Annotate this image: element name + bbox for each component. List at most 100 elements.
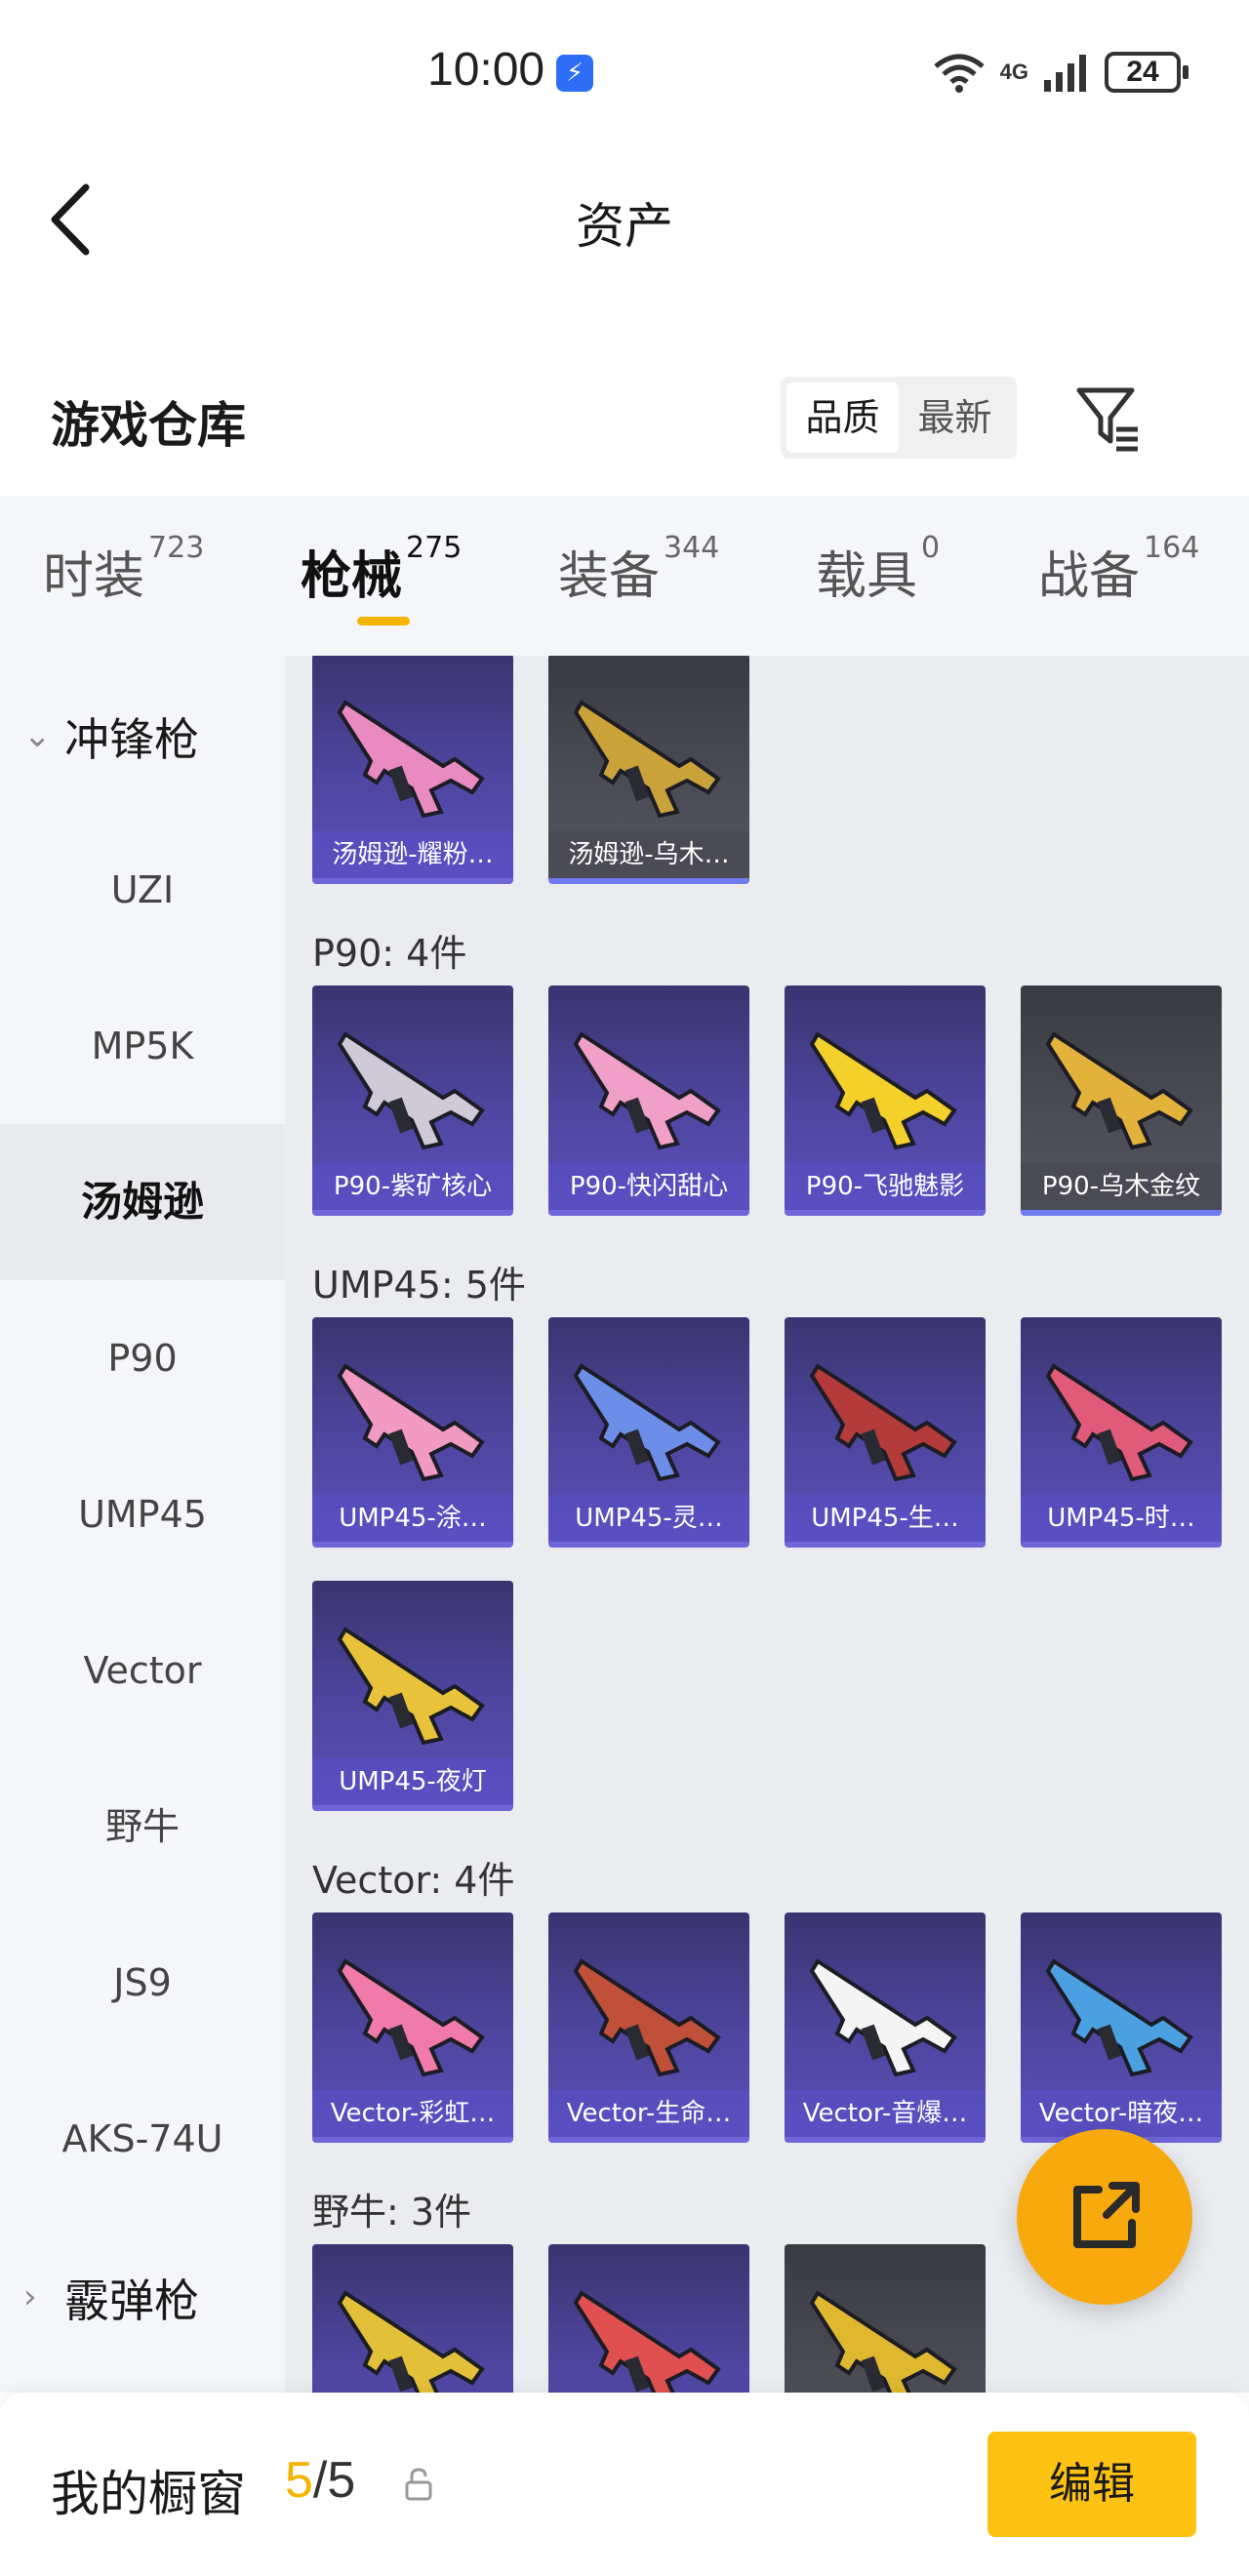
weapon-card-label: UMP45-时… [1021,1495,1222,1542]
group-label: UMP45: 5件 [312,1264,526,1307]
share-external-icon [1073,2182,1140,2248]
weapon-card-label: P90-乌木金纹 [1021,1163,1222,1210]
showcase-count: 5/5 [285,2451,355,2510]
sidebar-item-uzi[interactable]: UZI [0,812,285,968]
weapon-card-label: Vector-音爆… [785,2090,986,2137]
share-fab[interactable] [1017,2129,1192,2305]
weapon-card[interactable]: 汤姆逊-乌木… [548,656,749,884]
weapon-skin-icon [809,2290,957,2393]
sidebar-group-smg[interactable]: ⌄ 冲锋枪 [0,656,285,812]
signal-icon [1044,55,1086,92]
weapon-card-label: P90-快闪甜心 [548,1163,749,1210]
weapon-skin-icon [1045,1363,1193,1482]
tab-label: 战备 [1038,547,1141,606]
edit-button[interactable]: 编辑 [987,2432,1196,2537]
sidebar-item-vector[interactable]: Vector [0,1592,285,1749]
wifi-icon [934,54,985,93]
group-label: Vector: 4件 [312,1859,515,1902]
sort-newest-option[interactable]: 最新 [899,382,1011,453]
showcase-label: 我的橱窗 [51,2466,246,2522]
active-tab-indicator [357,617,410,625]
tab-count: 344 [664,531,720,565]
sidebar-item-bizon[interactable]: 野牛 [0,1749,285,1905]
weapon-card-label: UMP45-夜灯 [312,1758,513,1805]
tab-fashion[interactable]: 时装 723 [43,531,204,623]
tab-label: 装备 [558,547,661,606]
weapon-skin-icon [337,700,485,819]
tab-label: 载具 [816,547,918,606]
weapon-card[interactable]: UMP45-灵… [548,1317,749,1548]
weapon-skin-icon [573,1958,721,2077]
chevron-down-icon: ⌄ [23,716,52,755]
weapon-card[interactable]: Vector-音爆… [785,1912,986,2143]
tab-label: 枪械 [301,547,403,606]
weapon-card[interactable]: UMP45-夜灯 [312,1581,513,1811]
weapon-skin-icon [809,1031,957,1150]
weapon-card-label: 汤姆逊-耀粉… [312,831,513,878]
weapon-card-label: UMP45-生… [785,1495,986,1542]
showcase-bar: 我的橱窗 5/5 编辑 [0,2393,1249,2576]
weapon-card-label: UMP45-灵… [548,1495,749,1542]
status-time: 10:00 [427,44,545,96]
tab-count: 164 [1144,531,1200,565]
sort-quality-option[interactable]: 品质 [786,382,899,453]
weapon-skin-icon [809,1363,957,1482]
weapon-card[interactable]: P90-快闪甜心 [548,986,749,1216]
weapon-skin-icon [573,1363,721,1482]
weapon-skin-icon [337,1363,485,1482]
group-label: P90: 4件 [312,932,467,975]
weapon-skin-icon [1045,1031,1193,1150]
tab-label: 时装 [43,547,145,606]
category-tabs: 时装 723 枪械 275 装备 344 载具 0 战备 164 [0,496,1249,656]
weapon-skin-icon [573,1031,721,1150]
filter-button[interactable] [1073,382,1144,453]
weapon-card[interactable]: 汤姆逊-耀粉… [312,656,513,884]
weapon-skin-icon [573,2290,721,2393]
weapon-card-label: 汤姆逊-乌木… [548,831,749,878]
weapon-card[interactable]: UMP45-生… [785,1317,986,1548]
status-indicators: 4G 24 [932,49,1189,96]
sort-toggle: 品质 最新 [781,377,1017,459]
tab-tactical[interactable]: 战备 164 [1038,531,1199,623]
page-title: 资产 [576,198,673,255]
weapon-card[interactable]: P90-乌木金纹 [1021,986,1222,1216]
weapon-card[interactable]: Vector-生命… [548,1912,749,2143]
weapon-skin-icon [573,700,721,819]
tab-count: 0 [921,531,941,565]
tab-equipment[interactable]: 装备 344 [558,531,719,623]
sidebar-group-label: 霰弹枪 [64,2274,199,2327]
sidebar-item-js9[interactable]: JS9 [0,1905,285,2061]
tab-firearms[interactable]: 枪械 275 [301,531,462,623]
section-title: 游戏仓库 [51,397,246,454]
battery-icon: 24 [1105,52,1189,93]
nav-header: 资产 [0,146,1249,293]
sidebar-item-ump45[interactable]: UMP45 [0,1436,285,1592]
weapon-card[interactable] [548,2244,749,2393]
weapon-skin-icon [337,1627,485,1746]
weapon-skin-icon [337,2290,485,2393]
weapon-card[interactable]: UMP45-时… [1021,1317,1222,1548]
weapon-card[interactable]: P90-紫矿核心 [312,986,513,1216]
weapon-skin-icon [337,1031,485,1150]
showcase-total: 5 [327,2452,356,2509]
weapon-card[interactable]: P90-飞驰魅影 [785,986,986,1216]
tab-vehicles[interactable]: 载具 0 [816,531,940,623]
weapon-skin-icon [1045,1958,1193,2077]
weapon-card[interactable] [312,2244,513,2393]
weapon-card[interactable]: Vector-彩虹… [312,1912,513,2143]
sidebar-item-mp5k[interactable]: MP5K [0,968,285,1124]
app-notification-icon: ⚡ [556,55,593,92]
weapon-card[interactable]: Vector-暗夜… [1021,1912,1222,2143]
showcase-current: 5 [285,2452,313,2509]
weapon-card-label: P90-飞驰魅影 [785,1163,986,1210]
weapon-type-sidebar: ⌄ 冲锋枪 UZI MP5K 汤姆逊 P90 UMP45 Vector 野牛 J… [0,656,285,2393]
sidebar-item-p90[interactable]: P90 [0,1280,285,1436]
weapon-card[interactable]: UMP45-涂… [312,1317,513,1548]
group-label: 野牛: 3件 [312,2191,472,2234]
sidebar-group-shotgun[interactable]: › 霰弹枪 [0,2217,285,2373]
sidebar-group-label: 冲锋枪 [64,713,199,766]
weapon-card[interactable] [785,2244,986,2393]
sidebar-item-aks74u[interactable]: AKS-74U [0,2061,285,2217]
sidebar-item-thompson[interactable]: 汤姆逊 [0,1124,285,1280]
weapon-card-label: Vector-生命… [548,2090,749,2137]
